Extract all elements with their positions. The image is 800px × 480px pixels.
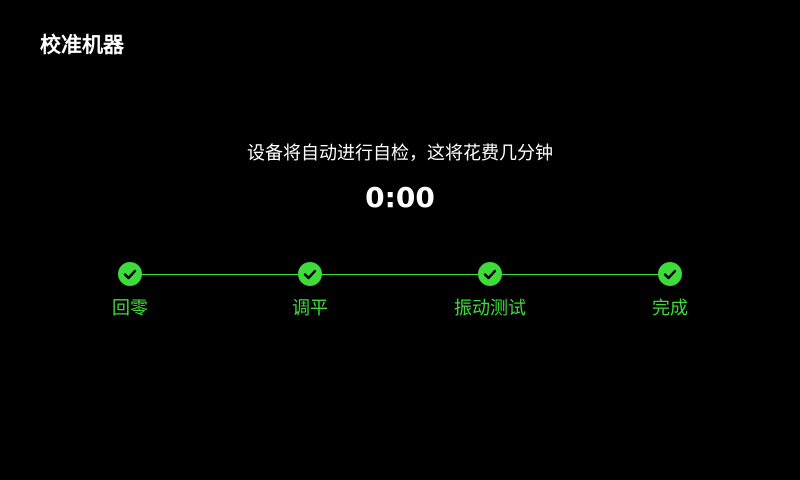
progress-connector-line (130, 273, 670, 275)
calibration-progress: 回零 调平 振动测试 完成 (0, 258, 800, 338)
step-label: 完成 (652, 298, 688, 319)
step-vibration-test: 振动测试 (430, 262, 550, 322)
step-leveling: 调平 (250, 262, 370, 322)
check-icon (658, 262, 682, 286)
status-message: 设备将自动进行自检，这将花费几分钟 (247, 143, 553, 164)
step-label: 调平 (292, 298, 328, 319)
step-label: 回零 (112, 298, 148, 319)
step-homing: 回零 (70, 262, 190, 322)
check-icon (118, 262, 142, 286)
step-complete: 完成 (610, 262, 730, 322)
timer-display: 0:00 (365, 181, 435, 214)
step-label: 振动测试 (454, 298, 526, 319)
check-icon (298, 262, 322, 286)
page-title: 校准机器 (40, 33, 124, 57)
check-icon (478, 262, 502, 286)
